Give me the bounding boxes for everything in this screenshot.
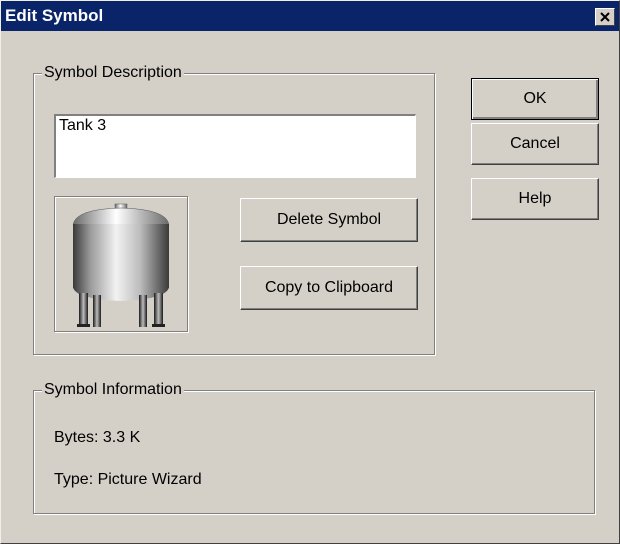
title-bar[interactable]: Edit Symbol	[1, 1, 619, 31]
cancel-button[interactable]: Cancel	[471, 123, 599, 165]
ok-button[interactable]: OK	[471, 78, 599, 120]
edit-symbol-dialog: Edit Symbol Symbol Description Tank 3 De…	[0, 0, 620, 544]
close-button[interactable]	[595, 8, 615, 26]
type-info: Type: Picture Wizard	[54, 471, 202, 488]
symbol-description-input[interactable]: Tank 3	[54, 114, 416, 178]
window-title: Edit Symbol	[5, 6, 104, 25]
symbol-description-group: Symbol Description Tank 3 Delete Symbol …	[33, 63, 435, 355]
symbol-information-label: Symbol Information	[42, 380, 184, 400]
tank-icon	[72, 203, 170, 327]
bytes-info: Bytes: 3.3 K	[54, 429, 141, 446]
help-button[interactable]: Help	[471, 178, 599, 220]
close-icon	[600, 12, 610, 22]
delete-symbol-button[interactable]: Delete Symbol	[240, 198, 418, 242]
symbol-information-group: Symbol Information Bytes: 3.3 K Type: Pi…	[33, 380, 595, 514]
symbol-preview	[54, 196, 188, 332]
symbol-description-label: Symbol Description	[42, 63, 184, 83]
copy-to-clipboard-button[interactable]: Copy to Clipboard	[240, 266, 418, 310]
